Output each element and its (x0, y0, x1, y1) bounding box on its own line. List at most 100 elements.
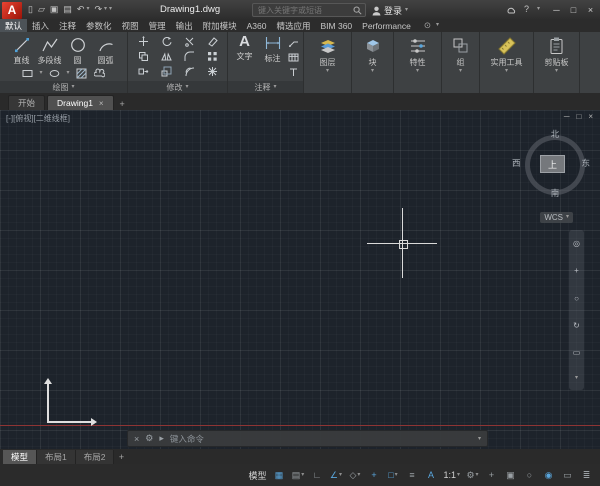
command-line[interactable]: × ⚙ ▸ 键入命令 ▾ (127, 430, 488, 447)
workspace-switching-button[interactable]: ⚙▾ (465, 468, 480, 483)
viewport-controls-label[interactable]: [-][俯视][二维线框] (6, 113, 70, 124)
scale-tool-icon[interactable] (160, 66, 172, 78)
isodraft-toggle[interactable]: ◇▾ (347, 468, 362, 483)
cloud-tool-icon[interactable] (94, 68, 106, 80)
hatch-tool-icon[interactable] (76, 68, 88, 80)
new-drawing-button[interactable]: + (116, 97, 129, 110)
show-motion-icon[interactable]: ▭ (573, 348, 581, 357)
viewcube-top-face[interactable]: 上 (540, 155, 565, 173)
annotation-panel-label[interactable]: 注释 ▾ (228, 81, 303, 93)
layers-panel[interactable]: 图层 ▾ (304, 32, 352, 93)
viewcube[interactable]: 北 南 西 东 上 (512, 130, 590, 196)
layout-tab-layout1[interactable]: 布局1 (37, 450, 76, 464)
search-input[interactable] (256, 5, 351, 16)
groups-panel[interactable]: 组 ▾ (442, 32, 480, 93)
ellipse-caret-icon[interactable]: ▾ (67, 71, 70, 76)
ellipse-tool-icon[interactable] (49, 68, 61, 80)
new-layout-button[interactable]: + (114, 450, 128, 464)
offset-tool-icon[interactable] (183, 66, 195, 78)
pan-icon[interactable]: + (574, 266, 579, 275)
doc-minimize-button[interactable]: ─ (564, 112, 570, 121)
signin-button[interactable]: 登录 ▾ (372, 4, 408, 17)
properties-panel[interactable]: 特性 ▾ (394, 32, 442, 93)
layout-tab-model[interactable]: 模型 (3, 450, 37, 464)
layout-tab-layout2[interactable]: 布局2 (76, 450, 115, 464)
annotation-monitor-toggle[interactable]: + (484, 468, 499, 483)
stretch-tool-icon[interactable] (137, 66, 149, 78)
file-tab-drawing1[interactable]: Drawing1 × (47, 95, 114, 110)
ribbon-tab-output[interactable]: 输出 (171, 19, 198, 32)
ribbon-tab-featured-apps[interactable]: 精选应用 (271, 19, 315, 32)
new-button[interactable]: ▯ (28, 4, 33, 15)
erase-tool-icon[interactable] (206, 36, 218, 48)
rectangle-tool-icon[interactable] (21, 68, 33, 80)
arc-tool[interactable]: 圆弧 (92, 36, 120, 66)
app-menu-button[interactable]: A (2, 2, 22, 19)
ribbon-tab-default[interactable]: 默认 (0, 19, 27, 32)
utilities-panel[interactable]: 实用工具 ▾ (480, 32, 534, 93)
orbit-icon[interactable]: ↻ (573, 321, 580, 330)
maximize-button[interactable]: □ (565, 5, 582, 15)
ribbon-tab-insert[interactable]: 插入 (27, 19, 54, 32)
customize-button[interactable]: ≣ (579, 468, 594, 483)
draw-panel-label[interactable]: 绘图 ▾ (0, 81, 127, 93)
ribbon-tab-bim360[interactable]: BIM 360 (316, 19, 358, 32)
ribbon-tab-addins[interactable]: 附加模块 (198, 19, 242, 32)
ortho-toggle[interactable]: ∟ (309, 468, 324, 483)
file-tab-close-icon[interactable]: × (99, 99, 104, 108)
viewcube-west-label[interactable]: 西 (512, 157, 521, 169)
circle-tool[interactable]: 圆 (64, 36, 92, 66)
text-style-tool-icon[interactable] (288, 66, 300, 78)
a360-sync-icon[interactable] (506, 5, 516, 14)
navbar-caret-icon[interactable]: ▾ (575, 376, 578, 381)
steering-wheel-icon[interactable]: ◎ (573, 239, 580, 248)
polar-tracking-toggle[interactable]: ∠▾ (328, 468, 343, 483)
ribbon-tab-view[interactable]: 视图 (117, 19, 144, 32)
snap-toggle[interactable]: ▤▾ (290, 468, 305, 483)
object-snap-tracking-toggle[interactable]: + (366, 468, 381, 483)
clipboard-panel[interactable]: 剪贴板 ▾ (534, 32, 580, 93)
ribbon-tab-a360[interactable]: A360 (242, 19, 272, 32)
viewcube-east-label[interactable]: 东 (581, 157, 590, 169)
open-button[interactable]: ▱ (38, 4, 45, 15)
file-tab-start[interactable]: 开始 (8, 95, 45, 110)
recent-commands-caret-icon[interactable]: ▾ (478, 435, 481, 442)
copy-tool-icon[interactable] (137, 51, 149, 63)
annotation-scale-button[interactable]: 1:1▾ (442, 468, 461, 483)
annotation-visibility-toggle[interactable]: A (423, 468, 438, 483)
model-space-toggle[interactable]: 模型 (247, 468, 267, 483)
lineweight-toggle[interactable]: ≡ (404, 468, 419, 483)
rectangle-caret-icon[interactable]: ▾ (39, 71, 42, 76)
close-button[interactable]: × (582, 5, 599, 15)
ribbon-collapse-caret-icon[interactable]: ▾ (436, 23, 439, 28)
fillet-tool-icon[interactable] (183, 51, 195, 63)
block-panel[interactable]: 块 ▾ (352, 32, 394, 93)
leader-tool-icon[interactable] (288, 36, 300, 48)
ribbon-collapse-icon[interactable]: ⊙ (424, 20, 431, 31)
command-close-icon[interactable]: × (134, 434, 139, 444)
quick-properties-toggle[interactable]: ▣ (503, 468, 518, 483)
wcs-dropdown[interactable]: WCS ▾ (540, 212, 573, 223)
explode-tool-icon[interactable] (206, 66, 218, 78)
command-input[interactable]: 键入命令 (170, 433, 204, 445)
dimension-tool[interactable]: 标注 (260, 34, 286, 81)
ribbon-tab-performance[interactable]: Performance (357, 19, 416, 32)
command-customize-icon[interactable]: ⚙ (145, 433, 153, 444)
undo-button[interactable]: ↶ (77, 4, 85, 15)
help-caret-icon[interactable]: ▾ (537, 7, 540, 12)
graphics-performance-toggle[interactable]: ◉ (541, 468, 556, 483)
modify-panel-label[interactable]: 修改 ▾ (128, 81, 227, 93)
help-icon[interactable]: ? (524, 4, 529, 14)
isolate-objects-button[interactable]: ○ (522, 468, 537, 483)
array-tool-icon[interactable] (206, 51, 218, 63)
search-icon[interactable] (353, 6, 362, 15)
plot-button[interactable]: ▤ (63, 4, 72, 15)
ribbon-tab-parametric[interactable]: 参数化 (81, 19, 117, 32)
save-button[interactable]: ▣ (50, 4, 59, 15)
ribbon-tab-manage[interactable]: 管理 (144, 19, 171, 32)
text-tool[interactable]: A 文字 (232, 34, 258, 81)
object-snap-toggle[interactable]: □▾ (385, 468, 400, 483)
grid-toggle[interactable]: ▦ (271, 468, 286, 483)
trim-tool-icon[interactable] (183, 36, 195, 48)
mirror-tool-icon[interactable] (160, 51, 172, 63)
